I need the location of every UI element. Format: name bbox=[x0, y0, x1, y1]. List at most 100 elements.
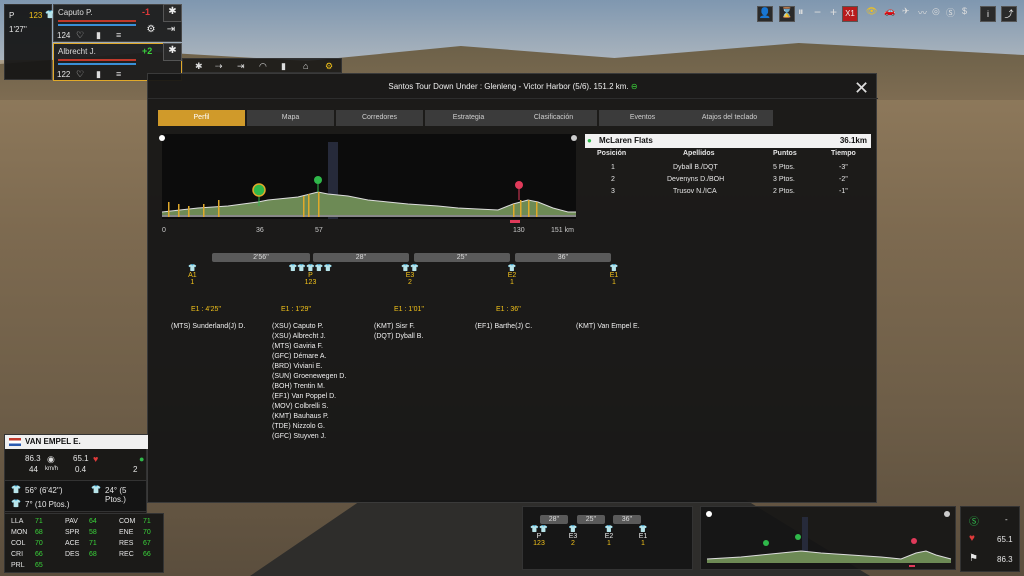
mini-group: 👕 E1 1 bbox=[638, 526, 648, 547]
heart-rate-icon: ♥ bbox=[969, 533, 975, 544]
sprint-icon: ● bbox=[587, 136, 592, 145]
status-value: 86.3 bbox=[997, 555, 1013, 564]
energy-bar bbox=[58, 24, 136, 26]
gap-bar: 25'' bbox=[414, 253, 510, 262]
stat-value: 66 bbox=[35, 551, 43, 558]
km-label: 36 bbox=[256, 227, 264, 234]
helicopter-icon[interactable]: ✈ bbox=[902, 6, 910, 17]
table-row: 3 Trusov N./ICA 2 Ptos. -1'' bbox=[611, 188, 848, 195]
stage-dialog: Santos Tour Down Under : Glenleng - Vict… bbox=[147, 73, 878, 503]
group-gap: E1 : 1'29'' bbox=[281, 306, 312, 313]
lock-icon[interactable]: ⌂ bbox=[303, 61, 308, 71]
jersey-rank: 7° (10 Ptos.) bbox=[25, 500, 70, 509]
jersey-icon: 👕 bbox=[91, 485, 101, 494]
jersey-icon: 👕 bbox=[188, 265, 197, 272]
stat-value: 71 bbox=[89, 540, 97, 547]
rider-diff: +2 bbox=[142, 46, 153, 56]
money-icon: Ⓢ bbox=[969, 517, 979, 528]
jersey-icon: 👕👕 bbox=[401, 265, 419, 272]
flag-icon bbox=[9, 438, 21, 446]
right-status: Ⓢ - ♥ 65.1 ⚑ 86.3 bbox=[960, 506, 1020, 572]
rider-name: Albrecht J. bbox=[58, 47, 96, 56]
follow-icon[interactable]: ⇢ bbox=[215, 61, 223, 72]
bottle-icon[interactable]: ▮ bbox=[281, 61, 286, 72]
helmet-icon[interactable]: ◠ bbox=[259, 61, 267, 72]
stat-label: RES bbox=[119, 540, 134, 547]
sprint-distance: 36.1km bbox=[839, 136, 867, 145]
group-a1[interactable]: 👕 A1 1 bbox=[188, 264, 197, 286]
gap-bar: 2'56'' bbox=[212, 253, 310, 262]
mini-profile[interactable] bbox=[700, 506, 956, 570]
jersey-rank: 56° (6'42'') bbox=[25, 486, 63, 495]
eye-icon[interactable]: 👁 bbox=[866, 6, 877, 17]
group-count: 123 bbox=[29, 11, 43, 20]
tab-clasificacion[interactable]: Clasificación bbox=[510, 110, 597, 126]
rider-panel-title: VAN EMPEL E. bbox=[5, 435, 148, 449]
jersey-standings: 👕 56° (6'42'') 👕 24° (5 Ptos.) 👕 7° (10 … bbox=[4, 480, 147, 512]
split-icon[interactable]: ⇥ bbox=[163, 23, 179, 39]
tab-mapa[interactable]: Mapa bbox=[247, 110, 334, 126]
group-riders: (MTS) Sunderland(J) D. bbox=[171, 323, 246, 330]
stat-value: 66 bbox=[143, 551, 151, 558]
stage-profile[interactable]: 0 36 57 130 151 km bbox=[158, 134, 578, 249]
attack-icon[interactable]: ✱ bbox=[163, 43, 182, 61]
exit-icon[interactable]: ⤴ bbox=[1001, 6, 1017, 22]
rider-diff: -1 bbox=[142, 7, 151, 17]
stat-label: REC bbox=[119, 551, 134, 558]
rider-value: 124 bbox=[57, 31, 71, 40]
rider-view-icon[interactable]: 👤 bbox=[757, 6, 773, 22]
group-e3[interactable]: 👕👕 E3 2 bbox=[394, 264, 426, 286]
tab-atajos[interactable]: Atajos del teclado bbox=[686, 110, 773, 126]
minus-icon[interactable]: − bbox=[814, 5, 821, 19]
stat-value: 64 bbox=[89, 518, 97, 525]
sprint-results: ● McLaren Flats 36.1km Posición Apellido… bbox=[585, 134, 871, 198]
speed-x1-button[interactable]: X1 bbox=[842, 6, 858, 22]
table-header: Posición Apellidos Puntos Tiempo bbox=[597, 150, 856, 157]
stat-value: 65 bbox=[35, 562, 43, 569]
profile-icon[interactable]: 〰 bbox=[918, 6, 927, 19]
car-icon[interactable]: 🚗 bbox=[884, 6, 895, 17]
gear-icon[interactable]: ⚙ bbox=[325, 61, 333, 72]
sprint-icon: ● bbox=[139, 454, 145, 464]
group-peloton[interactable]: 👕👕👕👕👕 P 123 bbox=[273, 264, 348, 286]
stat-value: 58 bbox=[89, 529, 97, 536]
plus-icon[interactable]: + bbox=[830, 5, 837, 19]
sprint-icon[interactable]: Ⓢ bbox=[946, 6, 955, 19]
stat-value: 0.4 bbox=[75, 465, 87, 474]
bottle-icon: ▮ bbox=[96, 30, 101, 40]
mini-groups[interactable]: 28'' 25'' 36'' 👕👕 P 123 👕 E3 2 👕 E2 1 👕 E1 1 bbox=[522, 506, 693, 570]
mini-group: 👕👕 P 123 bbox=[530, 526, 548, 547]
target-icon[interactable]: ◎ bbox=[932, 6, 940, 17]
settings-icon[interactable]: ⚙ bbox=[143, 23, 159, 39]
heart-rate-icon: ♥ bbox=[93, 454, 99, 464]
stat-label: PAV bbox=[65, 518, 78, 525]
jersey-icon: 👕 bbox=[11, 499, 21, 508]
pause-icon[interactable]: ⏸ bbox=[798, 6, 804, 19]
group-riders: (EF1) Barthe(J) C. bbox=[475, 323, 533, 330]
tab-corredores[interactable]: Corredores bbox=[336, 110, 423, 126]
list-icon: ≡ bbox=[116, 30, 122, 40]
group-e2[interactable]: 👕 E2 1 bbox=[500, 264, 524, 286]
close-icon[interactable]: ✕ bbox=[854, 78, 869, 99]
attack-icon[interactable]: ✱ bbox=[163, 4, 182, 22]
tab-estrategia[interactable]: Estrategia bbox=[425, 110, 512, 126]
group-riders: (XSU) Caputo P. (XSU) Albrecht J. (MTS) Ga… bbox=[272, 323, 347, 440]
table-row: 2 Devenyns D./BOH 3 Ptos. -2'' bbox=[611, 176, 848, 183]
stat-value: 67 bbox=[143, 540, 151, 547]
money-icon[interactable]: $ bbox=[962, 6, 967, 16]
info-icon[interactable]: i bbox=[980, 6, 996, 22]
group-e1[interactable]: 👕 E1 1 bbox=[602, 264, 626, 286]
stat-value: 70 bbox=[143, 529, 151, 536]
gap-bar: 36'' bbox=[515, 253, 611, 262]
tab-perfil[interactable]: Perfil bbox=[158, 110, 245, 126]
attack-icon[interactable]: ✱ bbox=[195, 61, 203, 72]
gap-bar: 28'' bbox=[313, 253, 409, 262]
split-icon[interactable]: ⇥ bbox=[237, 61, 245, 72]
sprint-name: McLaren Flats bbox=[599, 136, 653, 145]
stat-value: 70 bbox=[35, 540, 43, 547]
stat-label: ACE bbox=[65, 540, 80, 547]
gap-bar: 28'' bbox=[540, 515, 568, 524]
group-summary[interactable]: P 123 👕 1'27'' bbox=[4, 4, 55, 80]
hourglass-icon[interactable]: ⌛ bbox=[779, 6, 795, 22]
tab-eventos[interactable]: Eventos bbox=[599, 110, 686, 126]
